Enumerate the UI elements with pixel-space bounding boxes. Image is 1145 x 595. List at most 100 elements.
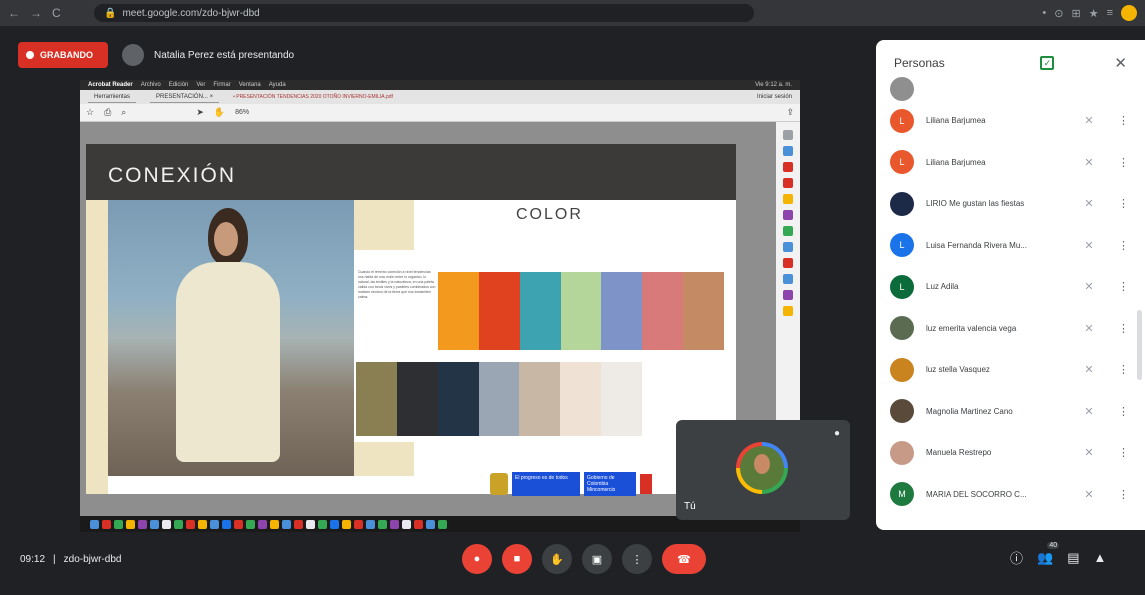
color-swatch <box>519 362 561 436</box>
participant-row: luz emerita valencia vega ✕ ⋮ <box>876 308 1145 350</box>
people-button[interactable]: 👥 40 <box>1037 541 1060 566</box>
reload-icon[interactable]: C <box>52 6 61 20</box>
profile-avatar[interactable] <box>1121 5 1137 21</box>
dock-app-icon <box>402 519 411 529</box>
mic-off-icon[interactable]: ✕ <box>1080 446 1098 459</box>
mic-off-icon[interactable]: ✕ <box>1080 239 1098 252</box>
camera-toggle-button[interactable]: ■ <box>502 544 532 574</box>
more-options-icon[interactable]: ⋮ <box>1118 446 1129 459</box>
tool-icon <box>783 274 793 284</box>
info-button[interactable]: ⓘ <box>1010 548 1023 567</box>
chat-button[interactable]: ▤ <box>1067 550 1079 566</box>
participant-name: Luz Adila <box>926 282 959 292</box>
address-bar[interactable]: 🔒 meet.google.com/zdo-bjwr-dbd <box>94 4 754 22</box>
end-call-button[interactable]: ☎ <box>662 544 706 574</box>
recording-badge: GRABANDO <box>18 42 108 68</box>
menubar-app: Acrobat Reader <box>88 82 133 88</box>
more-options-button[interactable]: ⋮ <box>622 544 652 574</box>
participant-avatar <box>890 191 914 216</box>
menubar-item: Ayuda <box>268 82 286 88</box>
dock-app-icon <box>90 519 99 529</box>
extensions-bar: • ⊙ ⊞ ★ ≡ <box>1042 5 1137 21</box>
participant-row-partial <box>876 77 1145 101</box>
people-scrollbar[interactable] <box>1137 310 1142 380</box>
mic-off-icon[interactable]: ✕ <box>1080 114 1098 127</box>
activities-button[interactable]: ▲ <box>1094 550 1107 565</box>
color-swatch <box>560 272 602 350</box>
forward-icon[interactable]: → <box>30 6 42 20</box>
dock-app-icon <box>390 519 399 529</box>
participant-avatar: M <box>890 482 914 507</box>
more-options-icon[interactable]: ⋮ <box>1118 363 1129 376</box>
presenting-banner: Natalia Perez está presentando <box>122 40 294 70</box>
present-button[interactable]: ▣ <box>582 544 612 574</box>
more-options-icon[interactable]: ⋮ <box>1118 488 1129 501</box>
more-options-icon[interactable]: ⋮ <box>1118 280 1129 293</box>
more-options-icon[interactable]: ⋮ <box>1118 405 1129 418</box>
raise-hand-button[interactable]: ✋ <box>542 544 572 574</box>
color-swatch <box>478 362 520 436</box>
more-options-icon[interactable]: ⋮ <box>1118 114 1129 127</box>
call-controls: ● ■ ✋ ▣ ⋮ ☎ <box>462 544 706 574</box>
color-swatch <box>683 272 725 350</box>
tool-icon <box>783 258 793 268</box>
file-title: • PRESENTACIÓN TENDENCIAS 2020 OTOÑO INV… <box>233 94 393 100</box>
mic-off-icon[interactable]: ✕ <box>1080 197 1098 210</box>
dock-app-icon <box>306 519 315 529</box>
participant-avatar: L <box>890 150 914 175</box>
bookmark-star-icon[interactable]: ★ <box>1089 7 1099 20</box>
participant-row: L Luisa Fernanda Rivera Mu... ✕ ⋮ <box>876 225 1145 267</box>
more-options-icon[interactable]: ⋮ <box>1118 156 1129 169</box>
self-video-tile: ● Tú <box>676 420 850 520</box>
mic-off-icon[interactable]: ✕ <box>1080 280 1098 293</box>
color-swatch <box>478 272 520 350</box>
participant-row: L Liliana Barjumea ✕ ⋮ <box>876 100 1145 142</box>
dock-app-icon <box>198 519 207 529</box>
participant-name: Magnolia Martinez Cano <box>926 406 1013 416</box>
participant-avatar: L <box>890 274 914 299</box>
government-logos: El progreso es de todos Gobierno de Colo… <box>490 472 652 496</box>
meeting-separator: | <box>53 554 56 565</box>
extension-icon[interactable]: ⊞ <box>1071 7 1080 20</box>
extension-icon[interactable]: • <box>1042 7 1046 19</box>
mic-off-icon[interactable]: ✕ <box>1080 488 1098 501</box>
tool-icon <box>783 242 793 252</box>
participant-avatar <box>890 357 914 382</box>
tool-icon <box>783 146 793 156</box>
host-controls-icon[interactable]: ✓ <box>1040 56 1055 70</box>
reader-toolbar: ☆ ⎙ ⌕ ➤ ✋ 86% ⇪ <box>80 104 800 122</box>
meeting-code: zdo-bjwr-dbd <box>63 554 122 565</box>
participant-avatar <box>890 77 914 101</box>
mic-off-icon[interactable]: ✕ <box>1080 363 1098 376</box>
reading-list-icon[interactable]: ≡ <box>1107 7 1113 19</box>
dock-app-icon <box>342 519 351 529</box>
dock-app-icon <box>414 519 423 529</box>
mic-off-icon[interactable]: ✕ <box>1080 405 1098 418</box>
participant-avatar: L <box>890 233 914 258</box>
people-panel: Personas ✓ ✕ L Liliana Barjumea ✕ ⋮ L Liliana… <box>876 40 1145 530</box>
self-label: Tú <box>684 501 696 512</box>
mic-toggle-button[interactable]: ● <box>462 544 492 574</box>
close-icon[interactable]: ✕ <box>1114 54 1127 72</box>
menubar-clock: Vie 9:12 a. m. <box>755 82 792 88</box>
dock-app-icon <box>114 519 123 529</box>
dock-app-icon <box>330 519 339 529</box>
signin-link: Iniciar sesión <box>756 94 792 100</box>
extension-icon[interactable]: ⊙ <box>1054 7 1063 20</box>
beige-block <box>354 442 414 476</box>
colombia-shield-icon <box>490 473 508 495</box>
more-options-icon[interactable]: ⋮ <box>1118 322 1129 335</box>
tool-icon <box>783 178 793 188</box>
more-options-icon[interactable]: ⋮ <box>1118 197 1129 210</box>
dock-app-icon <box>318 519 327 529</box>
logo-progreso: El progreso es de todos <box>512 472 580 496</box>
tool-icon <box>783 130 793 140</box>
color-title: COLOR <box>516 206 583 223</box>
mic-off-icon[interactable]: ✕ <box>1080 322 1098 335</box>
mic-off-icon[interactable]: ✕ <box>1080 156 1098 169</box>
more-options-icon[interactable]: ⋮ <box>1118 239 1129 252</box>
tool-icon <box>783 290 793 300</box>
tab-tools: Herramientas <box>88 92 137 103</box>
photo-coat <box>176 262 280 462</box>
back-icon[interactable]: ← <box>8 6 20 20</box>
